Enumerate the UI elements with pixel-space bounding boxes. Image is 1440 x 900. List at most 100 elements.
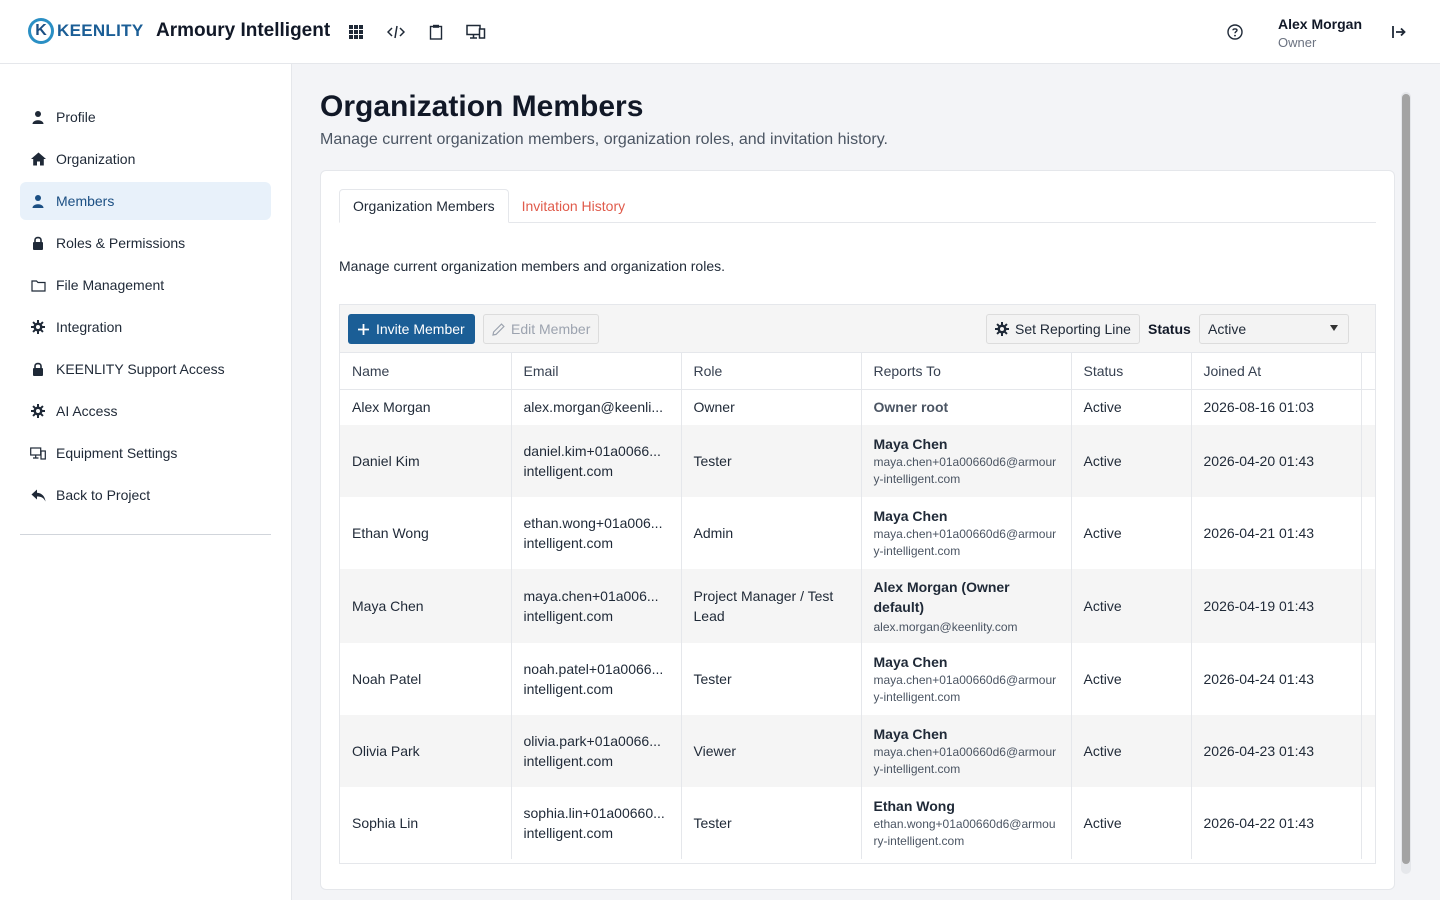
email-text-continued: intelligent.com <box>523 681 614 697</box>
set-reporting-line-button[interactable]: Set Reporting Line <box>986 314 1140 344</box>
reports-to-name: Alex Morgan (Owner default) <box>873 578 1010 615</box>
cell-role: Tester <box>681 643 862 715</box>
sidebar: Profile Organization Members Roles & Per… <box>0 64 292 900</box>
column-header-spacer <box>1361 353 1375 390</box>
cell-role: Viewer <box>681 715 862 787</box>
app-title: Armoury Intelligent <box>156 20 331 41</box>
tab-bar: Organization Members Invitation History <box>339 189 1376 223</box>
reports-to-name: Maya Chen <box>873 726 948 742</box>
email-text: maya.chen+01a006... <box>523 588 659 604</box>
tab-invitation-history[interactable]: Invitation History <box>509 189 638 223</box>
edit-member-button[interactable]: Edit Member <box>483 314 600 344</box>
column-header-name[interactable]: Name <box>340 353 512 390</box>
reports-to-email: maya.chen+01a00660d6@armoury-intelligent… <box>873 455 1057 486</box>
logo-text: KEENLITY <box>57 21 144 40</box>
cell-email: daniel.kim+01a0066... intelligent.com <box>511 425 682 497</box>
sidebar-item-label: File Management <box>56 277 165 293</box>
sidebar-item-label: Back to Project <box>56 487 151 503</box>
code-icon[interactable] <box>386 22 406 42</box>
logo[interactable]: K KEENLITY <box>28 18 143 44</box>
cell-joined-at: 2026-04-21 01:43 <box>1191 497 1362 569</box>
email-text: alex.morgan@keenli... <box>523 399 664 416</box>
devices-icon[interactable] <box>466 22 486 42</box>
cell-joined-at: 2026-04-24 01:43 <box>1191 643 1362 715</box>
sidebar-item-members[interactable]: Members <box>20 182 271 220</box>
email-text-continued: intelligent.com <box>523 535 614 551</box>
table-row[interactable]: Daniel Kim daniel.kim+01a0066... intellig… <box>340 425 1375 497</box>
column-header-reports-to[interactable]: Reports To <box>861 353 1072 390</box>
cell-email: noah.patel+01a0066... intelligent.com <box>511 643 682 715</box>
cell-reports-to: Maya Chen maya.chen+01a00660d6@armoury-in… <box>861 643 1072 715</box>
cell-status: Active <box>1071 425 1192 497</box>
column-header-email[interactable]: Email <box>511 353 682 390</box>
email-text: noah.patel+01a0066... <box>523 661 664 677</box>
email-text: olivia.park+01a0066... <box>523 733 661 749</box>
sidebar-item-label: Equipment Settings <box>56 445 178 461</box>
invite-member-label: Invite Member <box>376 321 465 337</box>
sidebar-nav: Profile Organization Members Roles & Per… <box>20 98 271 518</box>
sidebar-item-integration[interactable]: Integration <box>20 308 271 346</box>
tab-organization-members[interactable]: Organization Members <box>339 189 509 223</box>
sidebar-item-file-management[interactable]: File Management <box>20 266 271 304</box>
page-scrollbar[interactable] <box>1401 92 1411 874</box>
help-icon[interactable] <box>1225 22 1245 42</box>
email-text-continued: intelligent.com <box>523 463 614 479</box>
cell-status: Active <box>1071 787 1192 859</box>
table-row[interactable]: Ethan Wong ethan.wong+01a006... intellige… <box>340 497 1375 569</box>
sidebar-item-label: Organization <box>56 151 136 167</box>
gear-icon <box>30 403 46 419</box>
column-header-role[interactable]: Role <box>681 353 862 390</box>
status-filter-select[interactable]: Active <box>1199 314 1349 344</box>
reports-to-email: alex.morgan@keenlity.com <box>873 619 1018 634</box>
email-text-continued: intelligent.com <box>523 825 614 841</box>
gear-icon <box>30 319 46 335</box>
sidebar-item-equipment-settings[interactable]: Equipment Settings <box>20 434 271 472</box>
cell-status: Active <box>1071 497 1192 569</box>
table-row[interactable]: Olivia Park olivia.park+01a0066... intell… <box>340 715 1375 787</box>
sidebar-item-label: Integration <box>56 319 123 335</box>
sidebar-item-organization[interactable]: Organization <box>20 140 271 178</box>
reports-to-name: Maya Chen <box>873 508 948 524</box>
cell-role: Tester <box>681 787 862 859</box>
status-filter-label: Status <box>1148 321 1191 337</box>
sidebar-item-back-to-project[interactable]: Back to Project <box>20 476 271 514</box>
column-header-joined-at[interactable]: Joined At <box>1191 353 1362 390</box>
home-icon <box>30 151 46 167</box>
cell-name: Sophia Lin <box>340 787 512 859</box>
sidebar-item-label: Roles & Permissions <box>56 235 186 251</box>
cell-name: Alex Morgan <box>340 389 512 425</box>
cell-joined-at: 2026-04-19 01:43 <box>1191 569 1362 643</box>
page-title: Organization Members <box>320 90 644 123</box>
members-table: Name Email Role Reports To Status Joined… <box>340 353 1375 859</box>
table-row[interactable]: Noah Patel noah.patel+01a0066... intellig… <box>340 643 1375 715</box>
column-header-status[interactable]: Status <box>1071 353 1192 390</box>
cell-role: Owner <box>681 389 862 425</box>
invite-member-button[interactable]: Invite Member <box>348 314 475 344</box>
lock-icon <box>30 361 46 377</box>
sidebar-item-ai-access[interactable]: AI Access <box>20 392 271 430</box>
status-filter-value: Active <box>1208 321 1247 337</box>
cell-role: Project Manager / Test Lead <box>681 569 862 643</box>
table-row[interactable]: Alex Morgan alex.morgan@keenli... Owner … <box>340 389 1375 425</box>
person-icon <box>30 193 46 209</box>
page-subtitle: Manage current organization members, org… <box>320 131 888 148</box>
sidebar-item-roles-permissions[interactable]: Roles & Permissions <box>20 224 271 262</box>
top-bar: K KEENLITY Armoury Intelligent Alex Morg… <box>0 0 1440 64</box>
reports-to-email: maya.chen+01a00660d6@armoury-intelligent… <box>873 745 1057 776</box>
user-menu[interactable]: Alex Morgan Owner <box>1278 16 1362 50</box>
logout-icon[interactable] <box>1389 22 1409 42</box>
table-row[interactable]: Sophia Lin sophia.lin+01a00660... intelli… <box>340 787 1375 859</box>
cell-reports-to: Maya Chen maya.chen+01a00660d6@armoury-in… <box>861 425 1072 497</box>
cell-reports-to: Maya Chen maya.chen+01a00660d6@armoury-in… <box>861 497 1072 569</box>
reports-to-name: Ethan Wong <box>873 798 955 814</box>
sidebar-item-label: KEENLITY Support Access <box>56 361 225 377</box>
table-row[interactable]: Maya Chen maya.chen+01a006... intelligent… <box>340 569 1375 643</box>
clipboard-icon[interactable] <box>426 22 446 42</box>
reports-to-name: Maya Chen <box>873 654 948 670</box>
main-content: Organization Members Manage current orga… <box>292 64 1440 900</box>
tab-description: Manage current organization members and … <box>339 258 725 274</box>
grid-icon[interactable] <box>346 22 366 42</box>
sidebar-item-support-access[interactable]: KEENLITY Support Access <box>20 350 271 388</box>
sidebar-item-profile[interactable]: Profile <box>20 98 271 136</box>
scrollbar-thumb[interactable] <box>1402 94 1410 864</box>
